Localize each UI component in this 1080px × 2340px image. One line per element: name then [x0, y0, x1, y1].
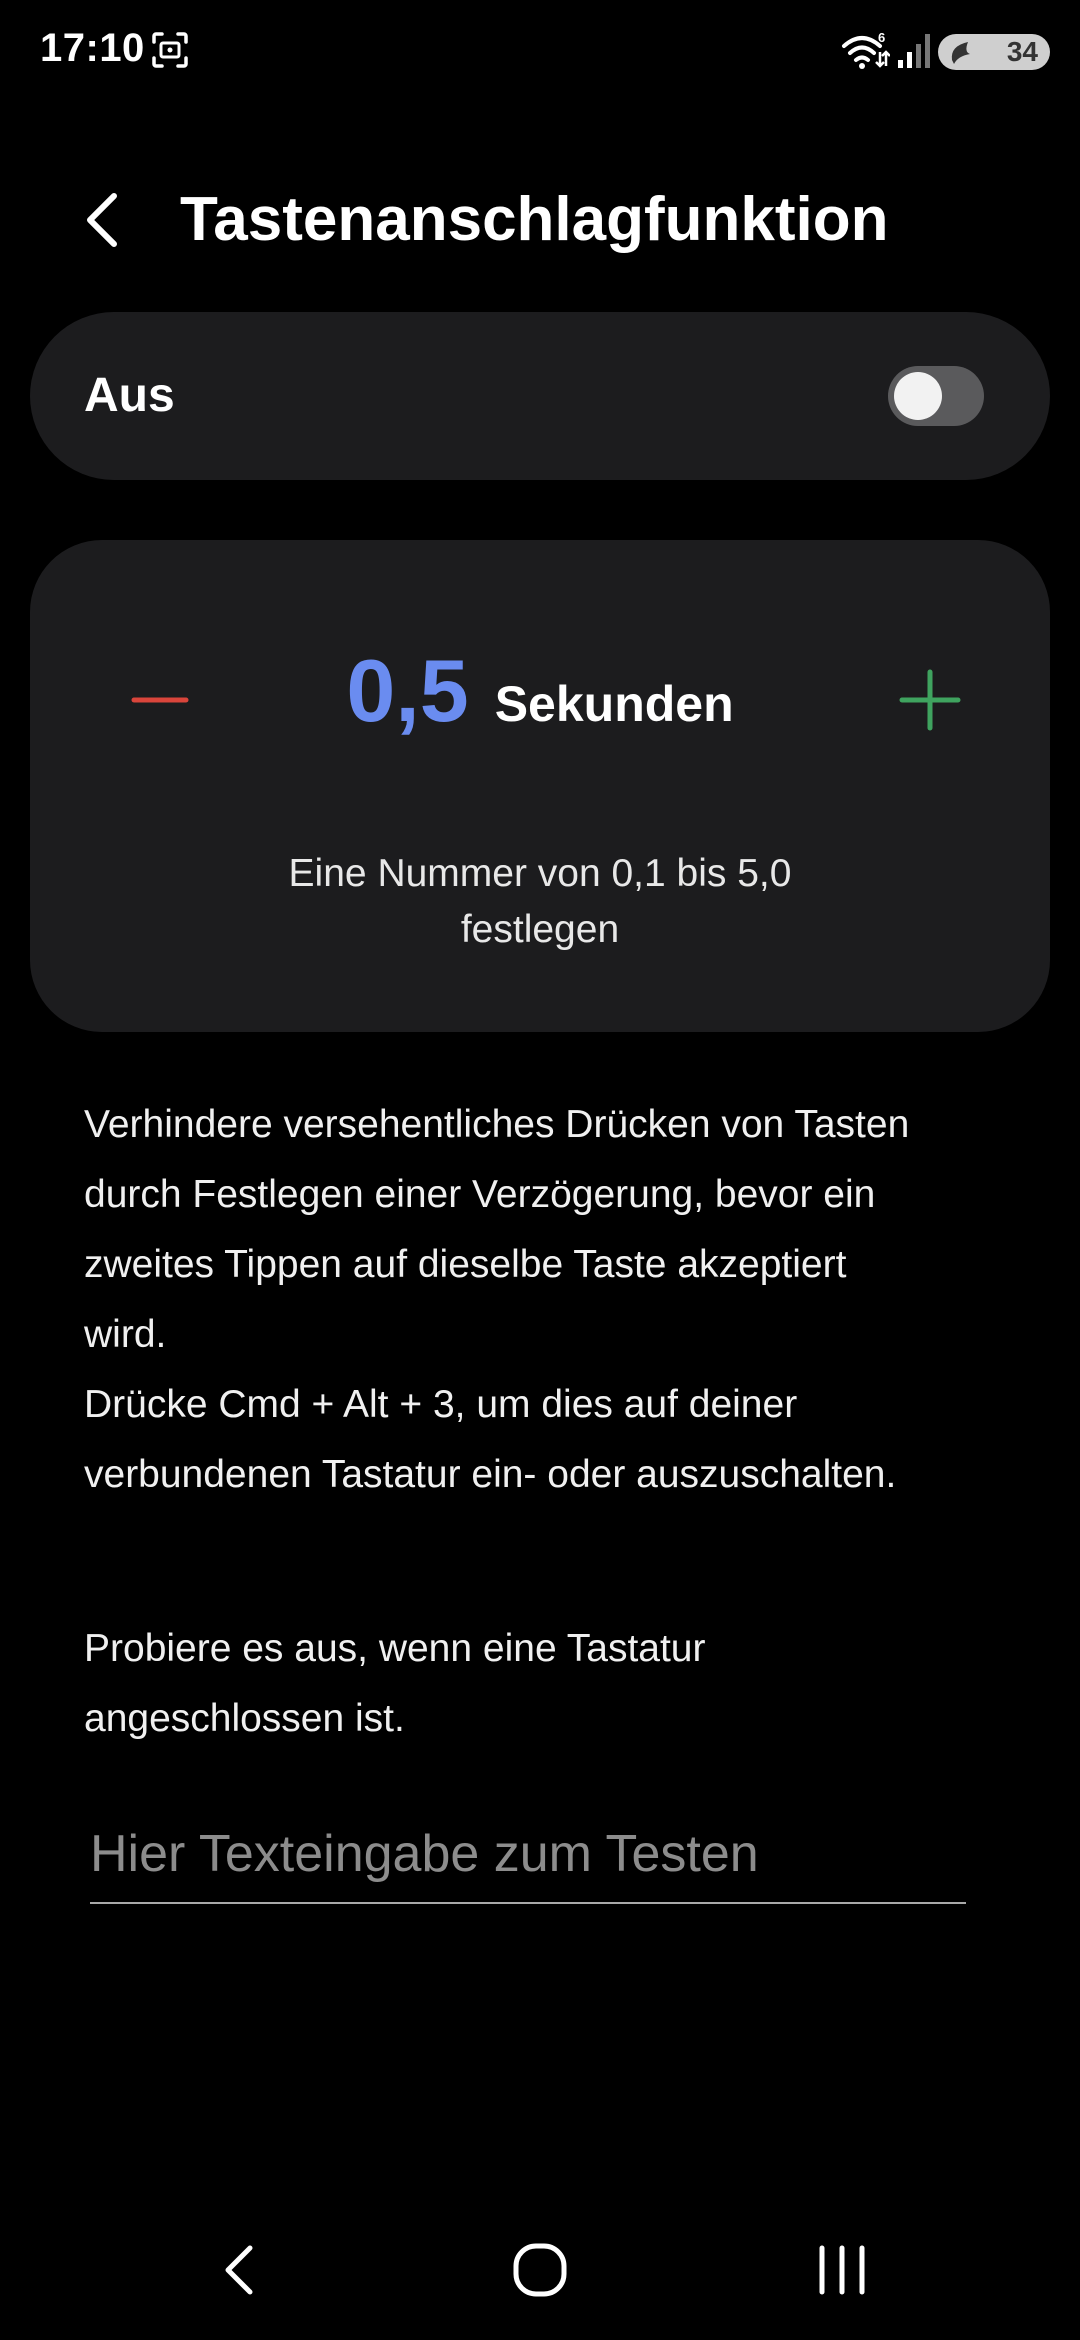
- header: Tastenanschlagfunktion: [0, 160, 1080, 280]
- description-line: wird.: [84, 1313, 167, 1356]
- navigation-bar: [0, 2220, 1080, 2320]
- try-it-line: angeschlossen ist.: [84, 1697, 405, 1740]
- description-line: Drücke Cmd + Alt + 3, um dies auf deiner: [84, 1383, 798, 1426]
- page-title: Tastenanschlagfunktion: [180, 185, 889, 254]
- nav-recents-icon[interactable]: [810, 2240, 874, 2300]
- master-switch[interactable]: [888, 366, 984, 426]
- delay-stepper-card: 0,5 Sekunden Eine Nummer von 0,1 bis 5,0 …: [30, 540, 1050, 1032]
- stepper-hint-line: Eine Nummer von 0,1 bis 5,0: [288, 852, 792, 895]
- toggle-label: Aus: [84, 369, 175, 422]
- status-bar: 17:10 6 34: [0, 0, 1080, 100]
- switch-knob: [894, 372, 942, 420]
- master-toggle-row[interactable]: Aus: [30, 312, 1050, 480]
- wifi-icon: 6: [842, 30, 890, 69]
- feature-description: Verhindere versehentliches Drücken von T…: [84, 1090, 1024, 1510]
- back-button[interactable]: [70, 180, 140, 260]
- description-line: zweites Tippen auf dieselbe Taste akzept…: [84, 1243, 847, 1286]
- chevron-left-icon: [87, 193, 117, 247]
- test-text-input[interactable]: [90, 1806, 966, 1904]
- nav-back-icon[interactable]: [210, 2238, 270, 2302]
- status-time: 17:10: [40, 26, 145, 70]
- stepper-hint: Eine Nummer von 0,1 bis 5,0 festlegen: [30, 846, 1050, 958]
- description-line: durch Festlegen einer Verzögerung, bevor…: [84, 1173, 876, 1216]
- stepper-hint-line: festlegen: [460, 908, 620, 951]
- battery-level: 34: [1006, 36, 1038, 67]
- wifi-badge: 6: [878, 30, 885, 45]
- try-it-line: Probiere es aus, wenn eine Tastatur: [84, 1627, 706, 1670]
- screenshot-icon: [152, 32, 188, 68]
- signal-icon: [898, 34, 930, 68]
- nav-home-icon[interactable]: [508, 2238, 572, 2302]
- stepper-unit: Sekunden: [494, 676, 734, 732]
- description-line: Verhindere versehentliches Drücken von T…: [84, 1103, 910, 1146]
- try-it-text: Probiere es aus, wenn eine Tastatur ange…: [84, 1614, 1024, 1754]
- plus-icon: [899, 669, 961, 731]
- stepper-value[interactable]: 0,5: [346, 641, 468, 740]
- description-line: verbundenen Tastatur ein- oder auszuscha…: [84, 1453, 897, 1496]
- battery-charging-icon: [951, 42, 970, 64]
- battery-indicator: 34: [938, 34, 1050, 70]
- increase-button[interactable]: [890, 660, 970, 740]
